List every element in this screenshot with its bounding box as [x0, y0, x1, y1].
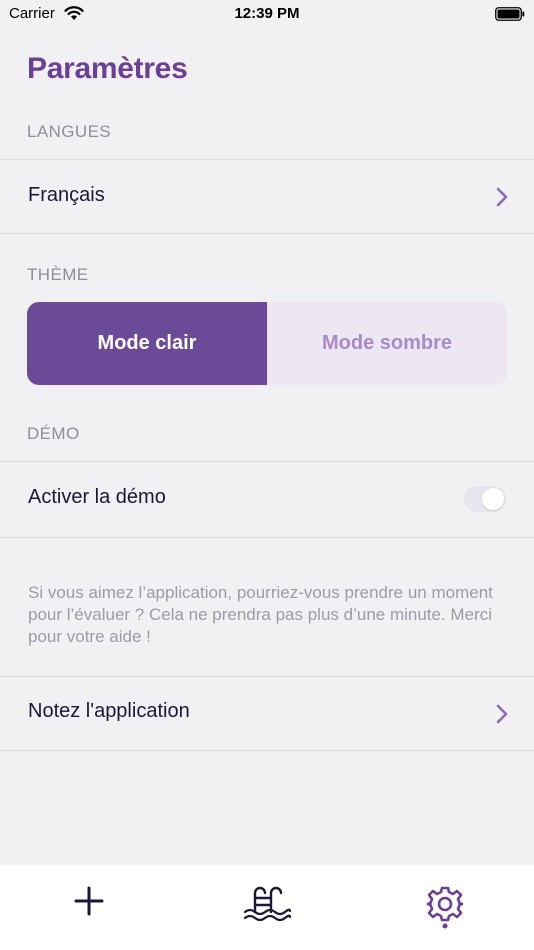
demo-row: Activer la démo: [0, 461, 534, 538]
section-header-languages: LANGUES: [27, 122, 112, 141]
chevron-right-icon: [496, 187, 508, 207]
gear-icon: [426, 886, 464, 929]
pool-icon: [243, 886, 291, 921]
tab-pool[interactable]: [237, 885, 297, 935]
status-bar: Carrier 12:39 PM: [0, 0, 534, 28]
toggle-knob: [482, 488, 504, 510]
settings-screen: Carrier 12:39 PM Paramètres LANGUES Fran…: [0, 0, 534, 950]
page-title: Paramètres: [27, 52, 188, 85]
rate-app-row[interactable]: Notez l'application: [0, 676, 534, 751]
section-header-demo: DÉMO: [27, 424, 80, 443]
tab-bar: [0, 865, 534, 950]
segment-light-mode[interactable]: Mode clair: [27, 302, 267, 385]
active-tab-indicator: [442, 923, 448, 929]
language-value: Français: [28, 184, 105, 206]
rating-note: Si vous aimez l’application, pourriez-vo…: [28, 583, 493, 646]
language-row[interactable]: Français: [0, 159, 534, 234]
plus-icon: [74, 886, 104, 916]
chevron-right-icon: [496, 704, 508, 724]
section-header-theme: THÈME: [27, 265, 89, 284]
battery-icon: [495, 7, 525, 21]
demo-label: Activer la démo: [28, 486, 166, 508]
theme-segmented-control: Mode clair Mode sombre: [27, 302, 507, 385]
tab-settings[interactable]: [415, 885, 475, 935]
rate-app-label: Notez l'application: [28, 700, 190, 722]
demo-toggle[interactable]: [464, 486, 506, 512]
segment-dark-mode[interactable]: Mode sombre: [267, 302, 507, 385]
tab-add[interactable]: [59, 885, 119, 935]
status-time: 12:39 PM: [234, 5, 300, 22]
